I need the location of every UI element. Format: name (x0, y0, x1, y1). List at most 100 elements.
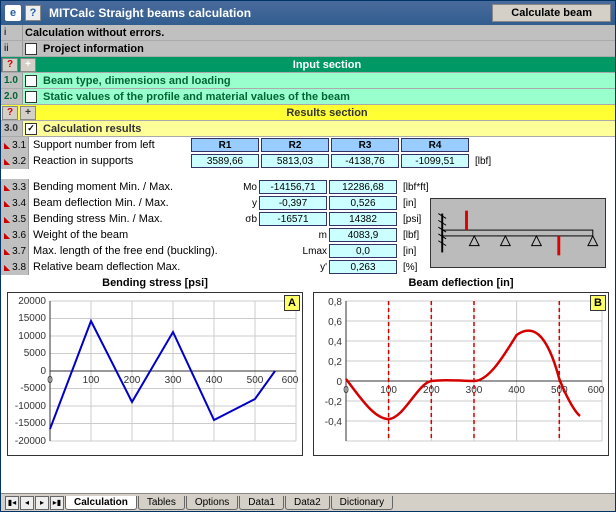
plot-b: B 0,80,60,40,20-0,2-0,4 010020030040050 (313, 292, 609, 456)
col-r2-header: R2 (261, 138, 329, 152)
svg-text:0: 0 (47, 375, 53, 386)
input-expand-button[interactable]: + (20, 58, 36, 72)
svg-text:0: 0 (40, 366, 46, 377)
svg-text:15000: 15000 (18, 313, 46, 324)
weight-value: 4083,9 (329, 228, 397, 242)
section-1-label: Beam type, dimensions and loading (41, 75, 615, 87)
svg-text:0,2: 0,2 (328, 357, 342, 368)
tab-data2[interactable]: Data2 (285, 496, 330, 510)
svg-text:-0,4: -0,4 (325, 417, 343, 428)
row-ii-number: ii (1, 41, 23, 56)
red-triangle-icon: ◣ (4, 183, 10, 192)
moment-max: 12286,68 (329, 180, 397, 194)
stress-max: 14382 (329, 212, 397, 226)
row-3.2-number: 3.2 (12, 156, 26, 167)
row-3.7-symbol: Lmax (225, 246, 327, 257)
row-3.3-number: 3.3 (12, 182, 26, 193)
svg-text:-20000: -20000 (15, 436, 47, 447)
row-3.2-label: Reaction in supports (29, 155, 189, 167)
input-help-button[interactable]: ? (2, 58, 18, 72)
row-3.7-number: 3.7 (12, 246, 26, 257)
plot-b-badge[interactable]: B (590, 295, 606, 311)
calculate-beam-button[interactable]: Calculate beam (492, 4, 611, 22)
row-3.3-symbol: Mo (225, 182, 257, 193)
tab-dictionary[interactable]: Dictionary (331, 496, 393, 510)
beam-schematic (430, 198, 606, 268)
row-3.5-number: 3.5 (12, 214, 26, 225)
results-help-button[interactable]: ? (2, 106, 18, 120)
section-2-checkbox[interactable] (25, 91, 37, 103)
row-3.3-label: Bending moment Min. / Max. (29, 181, 225, 193)
row-3.1-label: Support number from left (29, 139, 189, 151)
svg-text:400: 400 (206, 375, 223, 386)
red-triangle-icon: ◣ (4, 247, 10, 256)
help-icon[interactable]: ? (25, 5, 41, 21)
svg-text:400: 400 (508, 385, 525, 396)
sheet-tabs: ▮◂ ◂ ▸ ▸▮ Calculation Tables Options Dat… (1, 493, 615, 511)
reaction-r3: -4138,76 (331, 154, 399, 168)
deflection-min: -0,397 (259, 196, 327, 210)
row-3.1-number: 3.1 (12, 140, 26, 151)
svg-text:0: 0 (336, 377, 342, 388)
plot-a: A 20000150001000050000- (7, 292, 303, 456)
tab-options[interactable]: Options (186, 496, 238, 510)
reaction-r2: 5813,03 (261, 154, 329, 168)
section-2-label: Static values of the profile and materia… (41, 91, 615, 103)
bending-stress-chart: 20000150001000050000-5000-10000-15000-20… (8, 293, 304, 457)
svg-text:600: 600 (282, 375, 299, 386)
red-triangle-icon: ◣ (4, 215, 10, 224)
reaction-r1: 3589,66 (191, 154, 259, 168)
svg-text:-15000: -15000 (15, 418, 47, 429)
col-r3-header: R3 (331, 138, 399, 152)
section-3-label: Calculation results (41, 123, 615, 135)
red-triangle-icon: ◣ (4, 231, 10, 240)
row-3.6-number: 3.6 (12, 230, 26, 241)
tab-tables[interactable]: Tables (138, 496, 185, 510)
red-triangle-icon: ◣ (4, 263, 10, 272)
row-3.7-label: Max. length of the free end (buckling). (29, 245, 225, 257)
red-triangle-icon: ◣ (4, 157, 10, 166)
row-3.8-symbol: y' (225, 262, 327, 273)
plot-a-badge[interactable]: A (284, 295, 300, 311)
section-1-checkbox[interactable] (25, 75, 37, 87)
tab-calculation[interactable]: Calculation (65, 496, 137, 510)
project-info-label: Project information (41, 43, 615, 55)
red-triangle-icon: ◣ (4, 199, 10, 208)
svg-text:5000: 5000 (24, 348, 47, 359)
stress-min: -16571 (259, 212, 327, 226)
row-i-number: i (1, 25, 23, 40)
svg-text:200: 200 (124, 375, 141, 386)
input-section-title: Input section (37, 59, 615, 71)
row-3.6-label: Weight of the beam (29, 229, 225, 241)
red-triangle-icon: ◣ (4, 141, 10, 150)
app-icon: e (5, 5, 21, 21)
section-2-number: 2.0 (1, 89, 23, 104)
tab-nav-first-icon[interactable]: ▮◂ (5, 496, 19, 510)
row-3.4-number: 3.4 (12, 198, 26, 209)
beam-deflection-chart: 0,80,60,40,20-0,2-0,4 010020030040050060… (314, 293, 610, 457)
svg-text:-0,2: -0,2 (325, 397, 343, 408)
svg-text:100: 100 (83, 375, 100, 386)
svg-text:0: 0 (343, 385, 349, 396)
tab-nav-prev-icon[interactable]: ◂ (20, 496, 34, 510)
row-3.4-symbol: y (225, 198, 257, 209)
reldef-value: 0,263 (329, 260, 397, 274)
plot-a-title: Bending stress [psi] (7, 277, 303, 292)
svg-text:300: 300 (165, 375, 182, 386)
row-3.5-label: Bending stress Min. / Max. (29, 213, 225, 225)
tab-data1[interactable]: Data1 (239, 496, 284, 510)
results-expand-button[interactable]: + (20, 106, 36, 120)
section-1-number: 1.0 (1, 73, 23, 88)
section-3-checkbox[interactable]: ✓ (25, 123, 37, 135)
row-3.6-symbol: m (225, 230, 327, 241)
row-3.8-label: Relative beam deflection Max. (29, 261, 225, 273)
project-info-checkbox[interactable] (25, 43, 37, 55)
svg-text:0,6: 0,6 (328, 317, 342, 328)
window-title: MITCalc Straight beams calculation (45, 6, 488, 20)
svg-text:0,4: 0,4 (328, 337, 342, 348)
status-text: Calculation without errors. (23, 27, 615, 39)
reaction-unit: [lbf] (469, 156, 509, 167)
section-3-number: 3.0 (1, 121, 23, 136)
tab-nav-last-icon[interactable]: ▸▮ (50, 496, 64, 510)
tab-nav-next-icon[interactable]: ▸ (35, 496, 49, 510)
